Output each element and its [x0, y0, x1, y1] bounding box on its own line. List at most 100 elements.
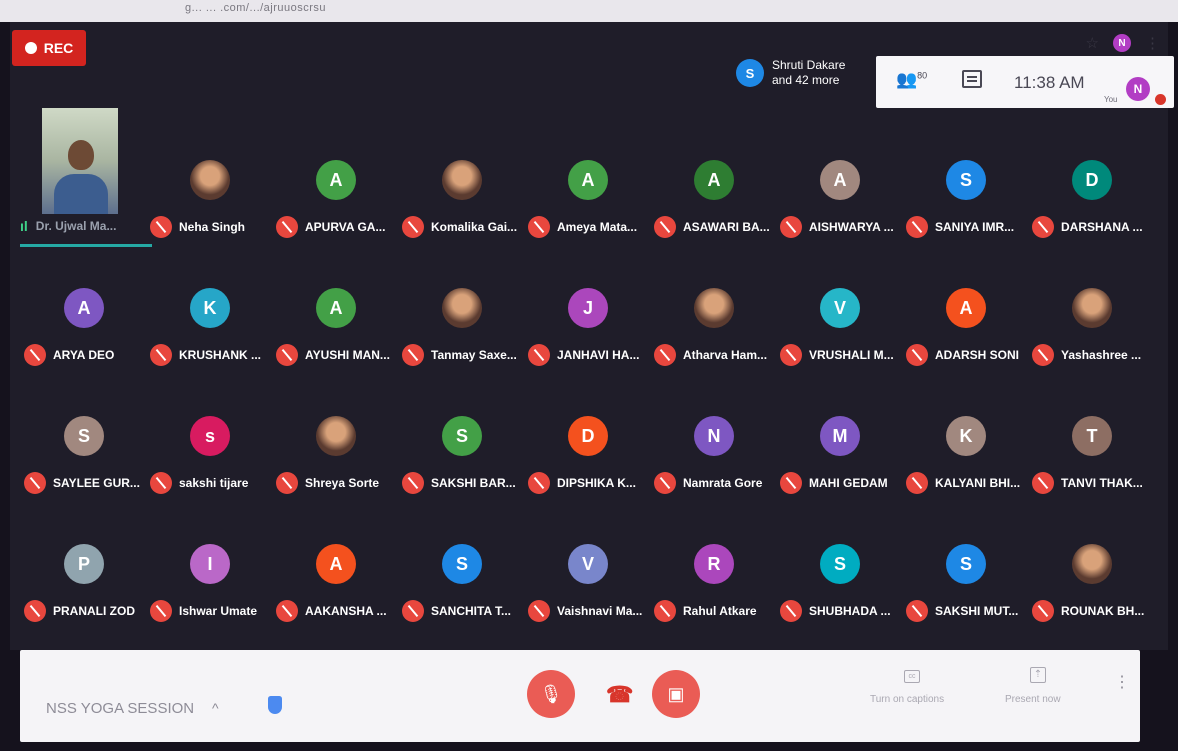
participant-tile[interactable]: Atharva Ham...: [650, 280, 776, 408]
participant-photo: [1072, 288, 1112, 328]
participant-name: DARSHANA ...: [1061, 220, 1143, 234]
participant-tile[interactable]: S SANIYA IMR...: [902, 152, 1028, 280]
browser-address-bar[interactable]: g... ... .com/.../ajruuoscrsu: [0, 0, 1178, 22]
participant-avatar: A: [316, 288, 356, 328]
participant-tile[interactable]: S SAYLEE GUR...: [20, 408, 146, 536]
participant-tile[interactable]: D DARSHANA ...: [1028, 152, 1154, 280]
mic-muted-icon: [906, 472, 928, 494]
participant-tile[interactable]: R Rahul Atkare: [650, 536, 776, 664]
participant-tile[interactable]: A ARYA DEO: [20, 280, 146, 408]
mic-muted-icon: [906, 216, 928, 238]
participant-avatar: S: [946, 160, 986, 200]
captions-icon[interactable]: cc: [904, 670, 920, 683]
shield-icon[interactable]: [268, 696, 282, 714]
camera-off-button[interactable]: ▣: [652, 670, 700, 718]
participant-tile[interactable]: S SAKSHI BAR...: [398, 408, 524, 536]
captions-button[interactable]: Turn on captions: [870, 694, 944, 705]
participant-tile[interactable]: Komalika Gai...: [398, 152, 524, 280]
mic-muted-icon: [276, 472, 298, 494]
mic-muted-icon: [906, 344, 928, 366]
presenter-more: and 42 more: [772, 73, 840, 87]
present-button[interactable]: Present now: [1005, 694, 1061, 705]
chat-icon[interactable]: [962, 70, 982, 88]
url-text[interactable]: g... ... .com/.../ajruuoscrsu: [185, 2, 326, 14]
participant-name: VRUSHALI M...: [809, 348, 894, 362]
self-avatar[interactable]: N: [1126, 77, 1150, 101]
participant-tile[interactable]: S SANCHITA T...: [398, 536, 524, 664]
mic-muted-icon: [1032, 472, 1054, 494]
participant-tile[interactable]: M MAHI GEDAM: [776, 408, 902, 536]
participant-avatar: M: [820, 416, 860, 456]
participant-tile[interactable]: A ASAWARI BA...: [650, 152, 776, 280]
participant-tile[interactable]: K KRUSHANK ...: [146, 280, 272, 408]
participant-name: Ameya Mata...: [557, 220, 638, 234]
browser-menu-icon[interactable]: ⋮: [1145, 34, 1160, 52]
participant-avatar: T: [1072, 416, 1112, 456]
participant-avatar: s: [190, 416, 230, 456]
participant-tile[interactable]: Shreya Sorte: [272, 408, 398, 536]
mic-muted-icon: [150, 344, 172, 366]
participant-avatar: D: [1072, 160, 1112, 200]
participant-name: Yashashree ...: [1061, 348, 1142, 362]
people-button[interactable]: 👥80: [896, 70, 927, 90]
mic-muted-icon: [780, 344, 802, 366]
participant-tile[interactable]: A AYUSHI MAN...: [272, 280, 398, 408]
mic-muted-icon: [528, 472, 550, 494]
participant-tile[interactable]: P PRANALI ZOD: [20, 536, 146, 664]
participant-grid: ıl Dr. Ujwal Ma... Neha Singh A APURVA GA.…: [20, 108, 1168, 664]
participant-name: AYUSHI MAN...: [305, 348, 390, 362]
participant-tile[interactable]: J JANHAVI HA...: [524, 280, 650, 408]
mic-muted-icon: [24, 472, 46, 494]
meeting-name[interactable]: NSS YOGA SESSION: [46, 700, 194, 717]
participant-avatar: S: [820, 544, 860, 584]
participant-tile[interactable]: A AAKANSHA ...: [272, 536, 398, 664]
participant-tile[interactable]: V Vaishnavi Ma...: [524, 536, 650, 664]
bookmark-star-icon[interactable]: ☆: [1086, 34, 1099, 52]
browser-toolbar: ☆ N ⋮: [1086, 34, 1160, 52]
participant-tile[interactable]: S SAKSHI MUT...: [902, 536, 1028, 664]
participant-tile[interactable]: A ADARSH SONI: [902, 280, 1028, 408]
more-options-icon[interactable]: ⋮: [1114, 672, 1130, 692]
participant-tile[interactable]: I Ishwar Umate: [146, 536, 272, 664]
participant-avatar: I: [190, 544, 230, 584]
mic-muted-icon: [276, 600, 298, 622]
participant-avatar: S: [946, 544, 986, 584]
participant-tile[interactable]: A AISHWARYA ...: [776, 152, 902, 280]
participant-avatar: K: [946, 416, 986, 456]
participant-tile[interactable]: T TANVI THAK...: [1028, 408, 1154, 536]
present-icon[interactable]: ⇡: [1030, 667, 1046, 683]
browser-profile-avatar[interactable]: N: [1113, 34, 1131, 52]
participant-tile[interactable]: D DIPSHIKA K...: [524, 408, 650, 536]
mic-muted-icon: [150, 216, 172, 238]
participant-tile[interactable]: S SHUBHADA ...: [776, 536, 902, 664]
participant-name: SHUBHADA ...: [809, 604, 891, 618]
mic-muted-icon: [150, 600, 172, 622]
participant-name: KALYANI BHI...: [935, 476, 1021, 490]
participant-avatar: N: [694, 416, 734, 456]
participant-name: Atharva Ham...: [683, 348, 768, 362]
participant-avatar: P: [64, 544, 104, 584]
participant-name: SANIYA IMR...: [935, 220, 1015, 234]
participant-tile[interactable]: V VRUSHALI M...: [776, 280, 902, 408]
participant-tile[interactable]: Yashashree ...: [1028, 280, 1154, 408]
chevron-up-icon[interactable]: ^: [212, 700, 219, 716]
participant-tile[interactable]: N Namrata Gore: [650, 408, 776, 536]
mic-muted-icon: [402, 344, 424, 366]
record-dot-icon: [24, 42, 37, 54]
participant-tile[interactable]: A Ameya Mata...: [524, 152, 650, 280]
microphone-off-button[interactable]: 🎙: [527, 670, 575, 718]
participant-name: Komalika Gai...: [431, 220, 518, 234]
mic-muted-icon: [528, 344, 550, 366]
rec-label: REC: [43, 40, 74, 56]
self-tile[interactable]: ıl Dr. Ujwal Ma...: [20, 108, 152, 280]
participant-tile[interactable]: ROUNAK BH...: [1028, 536, 1154, 664]
participant-tile[interactable]: A APURVA GA...: [272, 152, 398, 280]
participant-tile[interactable]: K KALYANI BHI...: [902, 408, 1028, 536]
mic-muted-icon: [654, 344, 676, 366]
participant-tile[interactable]: Neha Singh: [146, 152, 272, 280]
hang-up-button[interactable]: ☎: [606, 682, 633, 708]
participant-tile[interactable]: Tanmay Saxe...: [398, 280, 524, 408]
participant-name: SAKSHI MUT...: [935, 604, 1019, 618]
participant-name: Ishwar Umate: [179, 604, 258, 618]
participant-tile[interactable]: s sakshi tijare: [146, 408, 272, 536]
